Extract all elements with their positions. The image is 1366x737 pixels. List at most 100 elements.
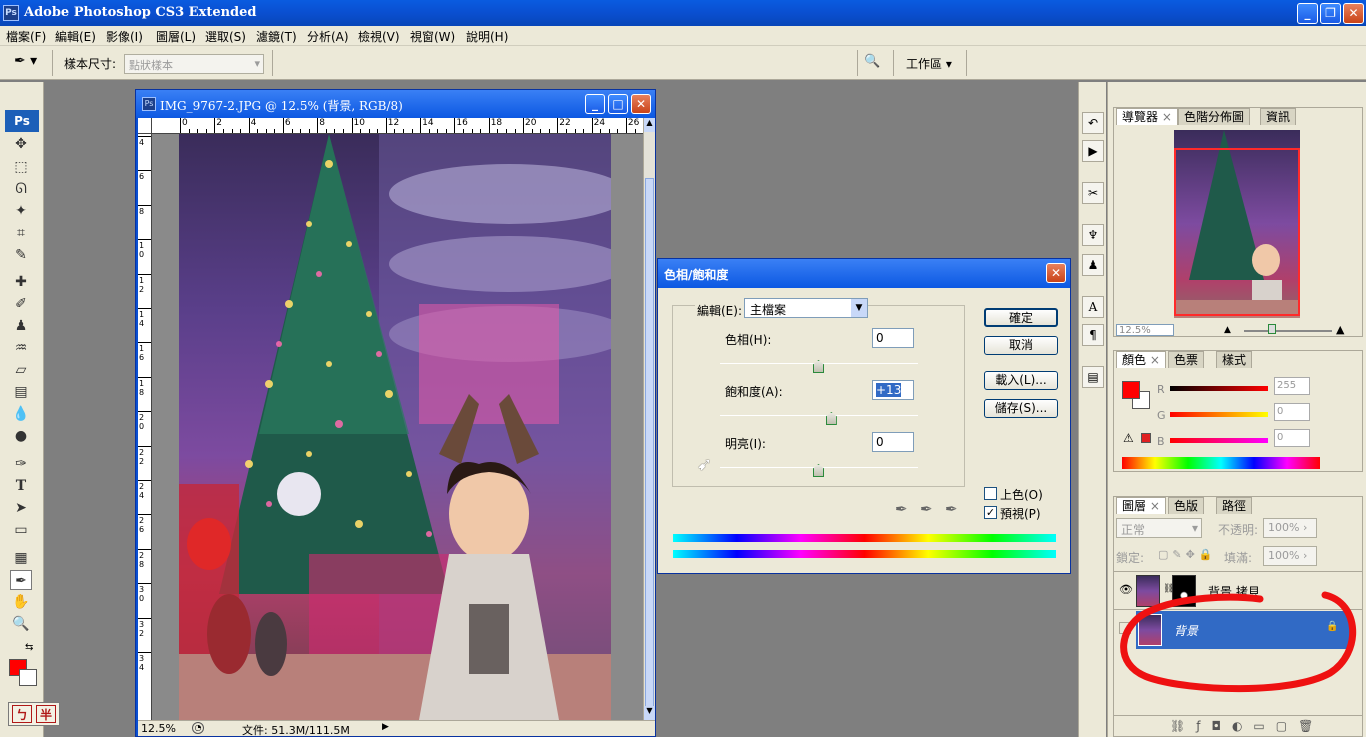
ime-bopomofo-button[interactable]: ㄅ	[12, 705, 32, 723]
hand-tool-icon[interactable]: ✋	[10, 592, 32, 612]
tab-paths[interactable]: 路徑	[1216, 497, 1253, 514]
crop-tool-icon[interactable]: ⌗	[10, 223, 32, 243]
healing-brush-tool-icon[interactable]: ✚	[10, 272, 32, 292]
fill-field[interactable]: 100% ›	[1263, 546, 1317, 566]
vertical-scrollbar[interactable]: ▲ ▼	[643, 118, 655, 720]
gradient-tool-icon[interactable]: ▤	[10, 382, 32, 402]
history-brush-tool-icon[interactable]: ♒	[10, 338, 32, 358]
navigator-zoom-thumb[interactable]	[1268, 324, 1276, 334]
notes-tool-icon[interactable]: ▦	[10, 548, 32, 568]
g-slider[interactable]	[1170, 412, 1268, 417]
doc-minimize-button[interactable]: _	[585, 94, 605, 114]
saturation-slider-track[interactable]	[720, 415, 918, 416]
shape-tool-icon[interactable]: ▭	[10, 520, 32, 540]
zoom-out-icon[interactable]: ▲	[1224, 325, 1231, 335]
workspace-menu[interactable]: 工作區 ▾	[906, 55, 952, 72]
document-title-bar[interactable]: Ps IMG_9767-2.JPG @ 12.5% (背景, RGB/8) _ …	[136, 90, 655, 118]
clone-stamp-tool-icon[interactable]: ♟	[10, 316, 32, 336]
colorize-checkbox[interactable]	[984, 487, 997, 500]
color-fg-swatch[interactable]	[1122, 381, 1140, 399]
lasso-tool-icon[interactable]: ᘏ	[10, 179, 32, 199]
tab-color[interactable]: 顏色 ×	[1116, 351, 1166, 368]
r-value[interactable]: 255	[1274, 377, 1310, 395]
marquee-tool-icon[interactable]: ⬚	[10, 157, 32, 177]
menu-help[interactable]: 說明(H)	[466, 28, 508, 45]
edit-channel-select[interactable]: 主檔案 ▼	[744, 298, 868, 318]
tab-info[interactable]: 資訊	[1260, 108, 1297, 125]
eyedropper-tool-preset-icon[interactable]: ✒ ▾	[14, 53, 48, 73]
tab-styles[interactable]: 樣式	[1216, 351, 1253, 368]
tab-channels[interactable]: 色版	[1168, 497, 1205, 514]
menu-window[interactable]: 視窗(W)	[410, 28, 455, 45]
b-slider[interactable]	[1170, 438, 1268, 443]
scroll-thumb[interactable]	[645, 178, 654, 708]
close-button[interactable]: ✕	[1343, 3, 1364, 24]
save-button[interactable]: 儲存(S)...	[984, 399, 1058, 418]
tool-presets-icon[interactable]: ✂	[1082, 182, 1104, 204]
menu-image[interactable]: 影像(I)	[106, 28, 143, 45]
tab-histogram[interactable]: 色階分佈圖	[1178, 108, 1251, 125]
tab-navigator[interactable]: 導覽器 ×	[1116, 108, 1178, 125]
menu-layer[interactable]: 圖層(L)	[156, 28, 196, 45]
tab-layers[interactable]: 圖層 ×	[1116, 497, 1166, 514]
g-value[interactable]: 0	[1274, 403, 1310, 421]
opacity-field[interactable]: 100% ›	[1263, 518, 1317, 538]
gamut-color-swatch[interactable]	[1141, 433, 1151, 443]
minimize-button[interactable]: _	[1297, 3, 1318, 24]
out-of-gamut-warning-icon[interactable]: ⚠	[1123, 431, 1134, 445]
zoom-tool-icon[interactable]: 🔍	[10, 614, 32, 634]
load-button[interactable]: 載入(L)...	[984, 371, 1058, 390]
navigator-thumbnail[interactable]	[1174, 130, 1300, 318]
menu-select[interactable]: 選取(S)	[205, 28, 246, 45]
actions-panel-icon[interactable]: ▶	[1082, 140, 1104, 162]
ime-halfwidth-button[interactable]: 半	[36, 705, 56, 723]
menu-filter[interactable]: 濾鏡(T)	[256, 28, 297, 45]
status-arrow-icon[interactable]: ▶	[382, 722, 389, 732]
magic-wand-tool-icon[interactable]: ✦	[10, 201, 32, 221]
hue-input[interactable]: 0	[872, 328, 914, 348]
saturation-input[interactable]: +13	[872, 380, 914, 400]
layers-footer-icons[interactable]: ⛓ƒ◘◐▭▢🗑	[1170, 719, 1324, 733]
eraser-tool-icon[interactable]: ▱	[10, 360, 32, 380]
brush-tool-icon[interactable]: ✐	[10, 294, 32, 314]
restore-button[interactable]: ❐	[1320, 3, 1341, 24]
slice-tool-icon[interactable]: ✎	[10, 245, 32, 265]
canvas[interactable]	[152, 134, 643, 720]
doc-maximize-button[interactable]: □	[608, 94, 628, 114]
preview-checkbox[interactable]: ✓	[984, 506, 997, 519]
character-panel-icon[interactable]: A	[1082, 296, 1104, 318]
menu-view[interactable]: 檢視(V)	[358, 28, 400, 45]
pen-tool-icon[interactable]: ✑	[10, 454, 32, 474]
tab-swatches[interactable]: 色票	[1168, 351, 1205, 368]
clone-source-icon[interactable]: ♟	[1082, 254, 1104, 276]
blur-tool-icon[interactable]: 💧	[10, 404, 32, 424]
r-slider[interactable]	[1170, 386, 1268, 391]
dialog-title-bar[interactable]: 色相/飽和度 ✕	[658, 259, 1070, 288]
sample-size-select[interactable]: 點狀樣本 ▾	[124, 54, 264, 74]
navigator-zoom-field[interactable]: 12.5%	[1116, 324, 1174, 336]
dodge-tool-icon[interactable]: ●	[10, 426, 32, 446]
doc-close-button[interactable]: ✕	[631, 94, 651, 114]
swap-colors-icon[interactable]: ⇆	[25, 642, 33, 653]
blend-mode-select[interactable]: 正常 ▾	[1116, 518, 1202, 538]
cancel-button[interactable]: 取消	[984, 336, 1058, 355]
scroll-down-icon[interactable]: ▼	[644, 706, 655, 720]
menu-analysis[interactable]: 分析(A)	[307, 28, 349, 45]
scroll-up-icon[interactable]: ▲	[644, 118, 655, 132]
dialog-close-button[interactable]: ✕	[1046, 263, 1066, 283]
paragraph-panel-icon[interactable]: ¶	[1082, 324, 1104, 346]
color-spectrum-ramp[interactable]	[1122, 457, 1320, 469]
layer-comps-icon[interactable]: ▤	[1082, 366, 1104, 388]
eyedropper-icon[interactable]: ✒	[895, 500, 908, 518]
b-value[interactable]: 0	[1274, 429, 1310, 447]
background-color-swatch[interactable]	[19, 669, 37, 686]
zoom-in-icon[interactable]: ▲	[1336, 323, 1344, 336]
status-menu-icon[interactable]: ◔	[192, 722, 204, 734]
eyedropper-minus-icon[interactable]: ✒	[945, 500, 958, 518]
navigator-zoom-slider[interactable]	[1244, 330, 1332, 332]
type-tool-icon[interactable]: T	[10, 476, 32, 496]
eyedropper-tool-icon[interactable]: ✒	[10, 570, 32, 590]
path-selection-tool-icon[interactable]: ➤	[10, 498, 32, 518]
move-tool-icon[interactable]: ✥	[10, 134, 32, 154]
lock-icons[interactable]: ▢✎✥🔒	[1158, 548, 1217, 561]
